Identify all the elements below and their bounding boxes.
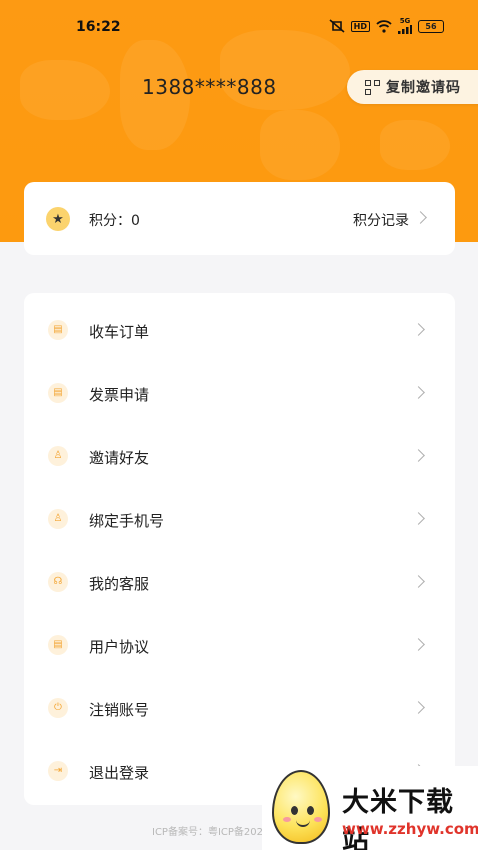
menu-item-invoice[interactable]: ▤ 发票申请 [24, 361, 455, 424]
status-icons: HD 5G 56 [329, 18, 444, 34]
order-icon: ▤ [48, 320, 68, 340]
points-label: 积分：0 [89, 213, 140, 229]
power-icon: ⏻ [48, 698, 68, 718]
menu-item-user-agreement[interactable]: ▤ 用户协议 [24, 613, 455, 676]
customer-service-icon: ☊ [48, 572, 68, 592]
menu-item-label: 发票申请 [89, 386, 150, 404]
points-card: ★ 积分：0 积分记录 [24, 182, 455, 255]
invite-friend-icon: ♙ [48, 446, 68, 466]
chevron-right-icon [414, 211, 427, 224]
points-record-label: 积分记录 [353, 213, 409, 229]
invite-button-label: 复制邀请码 [386, 80, 461, 96]
qr-code-icon [365, 79, 380, 95]
copy-invite-code-button[interactable]: 复制邀请码 [347, 70, 478, 104]
icp-record-text: ICP备案号：粤ICP备202 [152, 827, 264, 838]
chevron-right-icon [412, 323, 425, 336]
menu-item-label: 收车订单 [89, 323, 150, 341]
watermark-overlay: 大米下载站 www.zzhyw.com [262, 766, 478, 850]
egg-mascot-logo [272, 770, 330, 844]
menu-item-customer-service[interactable]: ☊ 我的客服 [24, 550, 455, 613]
chevron-right-icon [412, 638, 425, 651]
wifi-icon [376, 19, 392, 33]
signal-label: 5G [399, 17, 411, 25]
menu-item-invite-friends[interactable]: ♙ 邀请好友 [24, 424, 455, 487]
signal-icon: 5G [398, 18, 412, 34]
menu-item-label: 用户协议 [89, 638, 150, 656]
menu-item-label: 我的客服 [89, 575, 150, 593]
status-bar: 16:22 HD 5G 56 [0, 0, 478, 52]
agreement-icon: ▤ [48, 635, 68, 655]
menu-item-pickup-orders[interactable]: ▤ 收车订单 [24, 298, 455, 361]
menu-list: ▤ 收车订单 ▤ 发票申请 ♙ 邀请好友 ♙ 绑定手机号 ☊ 我的客服 ▤ 用户… [24, 293, 455, 805]
menu-item-label: 退出登录 [89, 764, 150, 782]
world-map-shape [20, 60, 110, 120]
invoice-icon: ▤ [48, 383, 68, 403]
menu-item-cancel-account[interactable]: ⏻ 注销账号 [24, 676, 455, 739]
menu-item-label: 绑定手机号 [89, 512, 165, 530]
battery-indicator: 56 [418, 19, 444, 33]
chevron-right-icon [412, 701, 425, 714]
logout-icon: ⇥ [48, 761, 68, 781]
world-map-shape [260, 110, 340, 180]
chevron-right-icon [412, 512, 425, 525]
watermark-title: 大米下载站 [342, 787, 454, 850]
menu-item-bind-phone[interactable]: ♙ 绑定手机号 [24, 487, 455, 550]
chevron-right-icon [412, 449, 425, 462]
status-time: 16:22 [76, 19, 121, 35]
chevron-right-icon [412, 575, 425, 588]
mute-vibrate-icon [329, 19, 345, 33]
world-map-shape [380, 120, 450, 170]
hd-badge: HD [350, 20, 370, 32]
watermark-url: www.zzhyw.com [342, 820, 478, 838]
chevron-right-icon [412, 386, 425, 399]
menu-item-label: 邀请好友 [89, 449, 150, 467]
star-icon: ★ [46, 207, 70, 231]
menu-item-label: 注销账号 [89, 701, 150, 719]
user-phone: 1388****888 [142, 75, 277, 99]
bind-phone-icon: ♙ [48, 509, 68, 529]
